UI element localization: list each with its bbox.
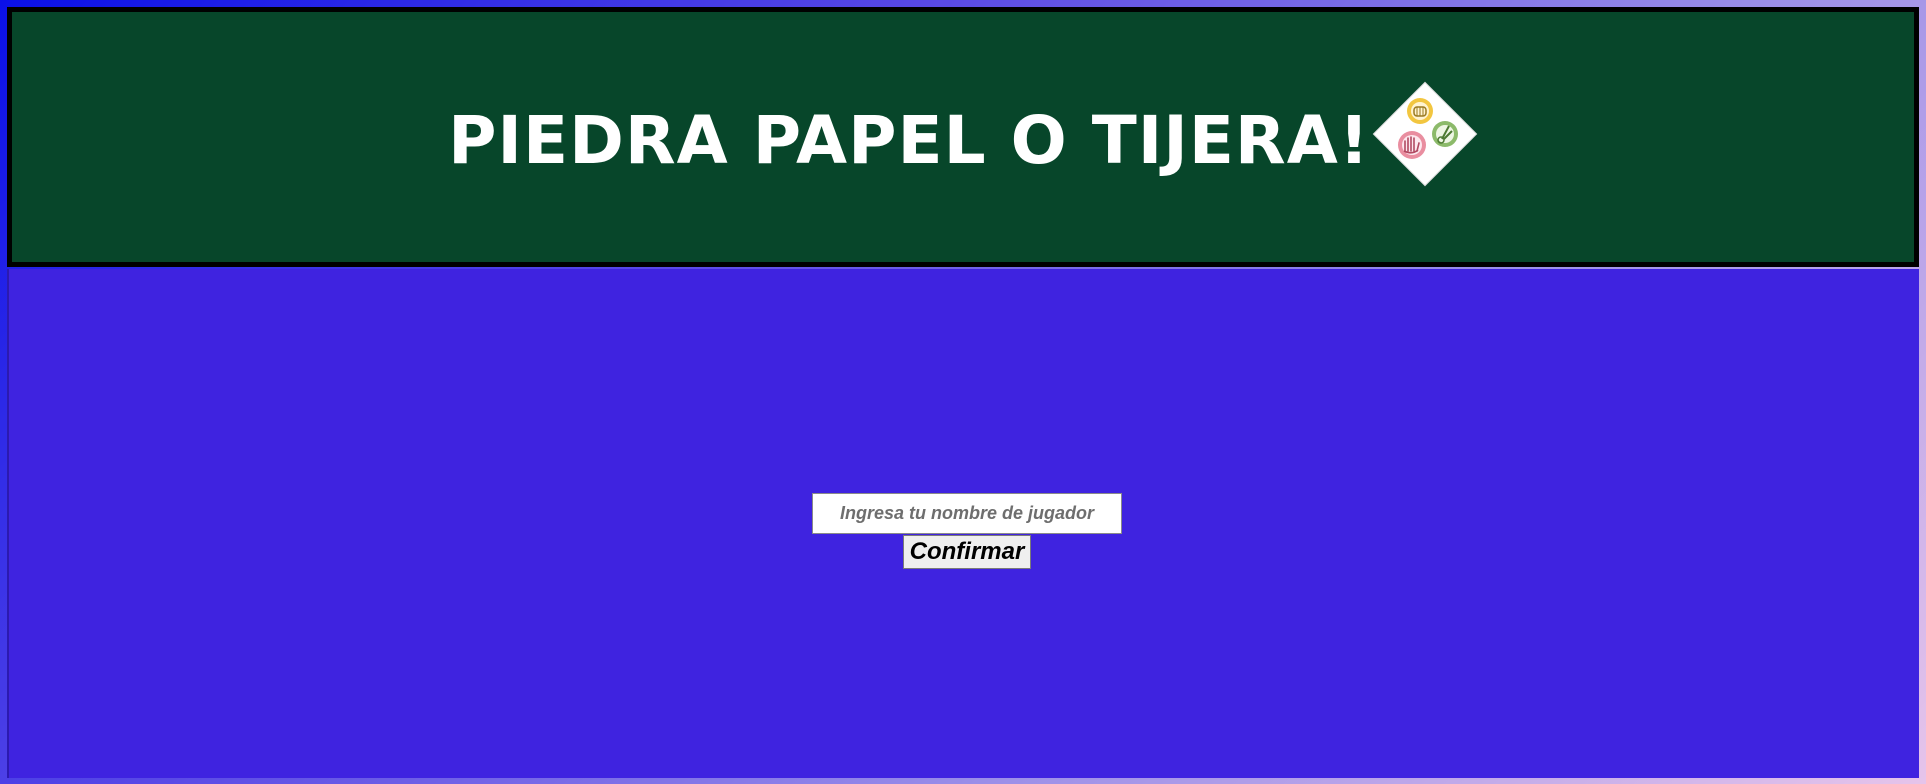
rock-paper-scissors-logo-icon (1372, 81, 1478, 187)
confirm-button[interactable]: Confirmar (902, 535, 1032, 569)
page-title: PIEDRA PAPEL O TIJERA! (448, 102, 1370, 179)
player-form: Confirmar (811, 493, 1123, 569)
main-area: Confirmar (7, 269, 1919, 778)
header: PIEDRA PAPEL O TIJERA! (7, 7, 1919, 267)
page-frame: PIEDRA PAPEL O TIJERA! Ingresa tu nombre… (7, 7, 1919, 778)
player-name-input[interactable] (812, 493, 1122, 534)
logo-hands-icon (1397, 98, 1458, 159)
title-wrap: PIEDRA PAPEL O TIJERA! (448, 83, 1478, 187)
